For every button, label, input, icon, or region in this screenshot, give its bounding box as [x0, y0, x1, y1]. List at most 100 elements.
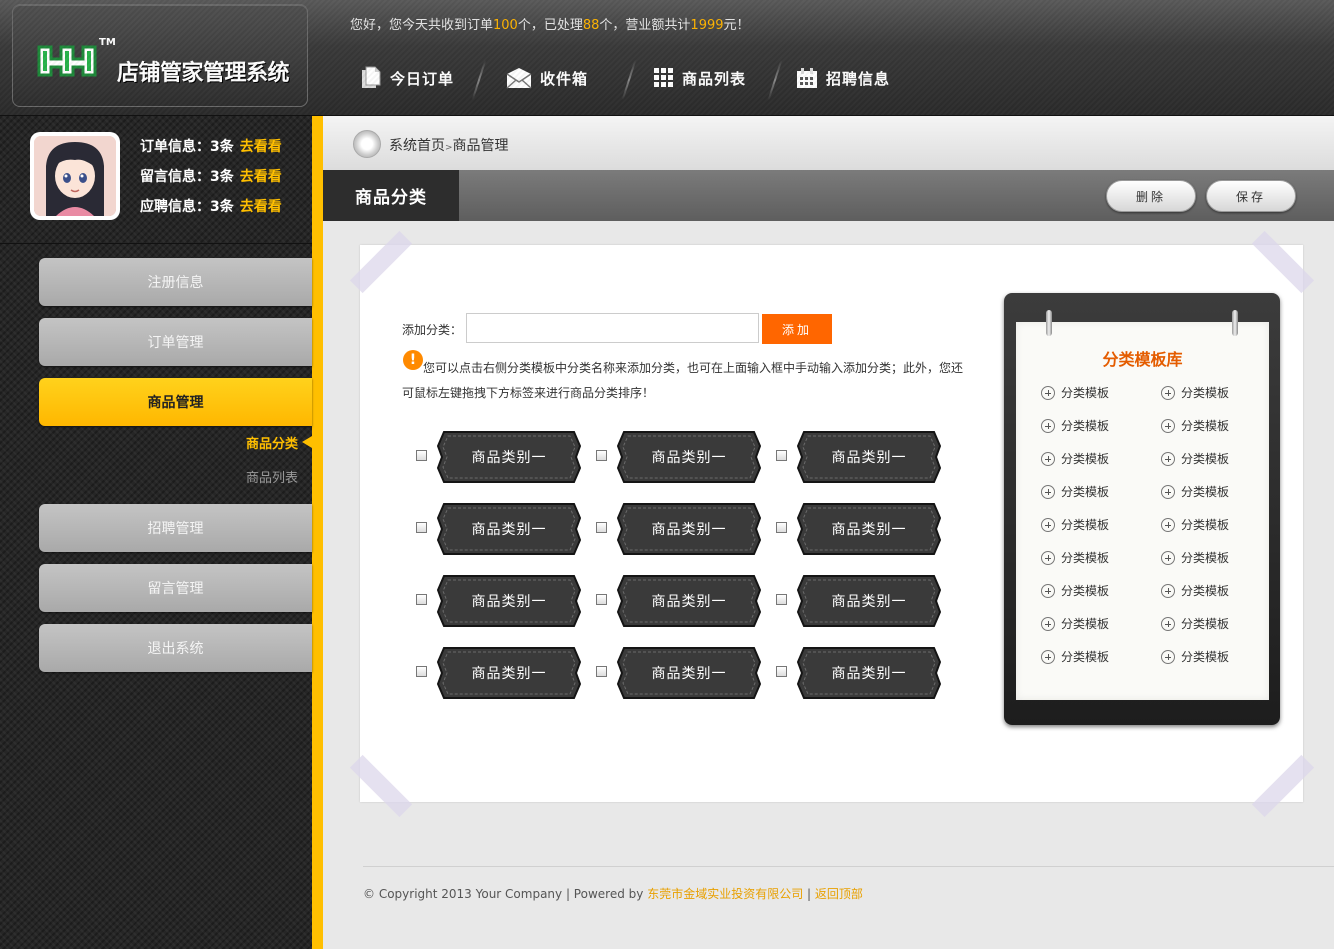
template-item-label: 分类模板 [1181, 617, 1230, 631]
category-tag[interactable]: 商品类别一 [436, 502, 582, 556]
template-item[interactable]: 分类模板 [1041, 483, 1109, 500]
warning-icon: ! [403, 350, 423, 370]
category-tag[interactable]: 商品类别一 [796, 574, 942, 628]
template-item[interactable]: 分类模板 [1161, 648, 1229, 665]
template-item-label: 分类模板 [1181, 485, 1230, 499]
category-tag[interactable]: 商品类别一 [436, 574, 582, 628]
sidebar-item-orders[interactable]: 订单管理 [39, 318, 312, 366]
template-item[interactable]: 分类模板 [1041, 450, 1109, 467]
plus-circle-icon [1161, 418, 1175, 433]
template-item[interactable]: 分类模板 [1041, 549, 1109, 566]
category-tag[interactable]: 商品类别一 [616, 574, 762, 628]
back-to-top-link[interactable]: 返回顶部 [815, 887, 863, 901]
order-info-link[interactable]: 去看看 [240, 139, 282, 155]
template-item[interactable]: 分类模板 [1161, 549, 1229, 566]
category-tag-label: 商品类别一 [651, 450, 727, 466]
tip-text: 您可以点击右侧分类模板中分类名称来添加分类，也可在上面输入框中手动输入添加分类；… [402, 361, 964, 400]
avatar-illustration-icon [34, 136, 116, 216]
category-checkbox[interactable] [596, 450, 607, 461]
nav-inbox[interactable]: 收件箱 [506, 58, 588, 98]
category-tag-label: 商品类别一 [471, 594, 547, 610]
corner-tape [1251, 230, 1315, 294]
top-header: TM 店铺管家管理系统 您好，您今天共收到订单100个，已处理88个，营业额共计… [0, 0, 1334, 116]
sidebar-item-registration[interactable]: 注册信息 [39, 258, 312, 306]
category-checkbox[interactable] [596, 594, 607, 605]
category-tag[interactable]: 商品类别一 [616, 430, 762, 484]
template-item[interactable]: 分类模板 [1161, 417, 1229, 434]
category-tag-label: 商品类别一 [651, 594, 727, 610]
category-checkbox[interactable] [596, 666, 607, 677]
category-checkbox[interactable] [416, 450, 427, 461]
category-tag[interactable]: 商品类别一 [436, 646, 582, 700]
sidebar-item-products[interactable]: 商品管理 [39, 378, 312, 426]
category-tag-label: 商品类别一 [651, 666, 727, 682]
template-item-label: 分类模板 [1061, 386, 1110, 400]
template-item[interactable]: 分类模板 [1041, 417, 1109, 434]
category-tag[interactable]: 商品类别一 [436, 430, 582, 484]
category-tag[interactable]: 商品类别一 [616, 646, 762, 700]
add-category-button[interactable]: 添加 [762, 314, 832, 344]
sidebar-subitem-product-list[interactable]: 商品列表 [246, 467, 298, 486]
application-info-link[interactable]: 去看看 [240, 199, 282, 215]
category-tag[interactable]: 商品类别一 [616, 502, 762, 556]
delete-button[interactable]: 删除 [1106, 180, 1196, 212]
template-item-label: 分类模板 [1181, 518, 1230, 532]
nav-recruitment[interactable]: 招聘信息 [796, 58, 890, 98]
save-button[interactable]: 保存 [1206, 180, 1296, 212]
category-tag-label: 商品类别一 [471, 666, 547, 682]
template-item-label: 分类模板 [1061, 452, 1110, 466]
nav-product-list[interactable]: 商品列表 [654, 58, 746, 98]
calendar-icon [797, 68, 817, 88]
category-checkbox[interactable] [416, 666, 427, 677]
nav-separator [471, 60, 487, 100]
template-item[interactable]: 分类模板 [1041, 582, 1109, 599]
template-item[interactable]: 分类模板 [1041, 384, 1109, 401]
active-subitem-arrow [302, 436, 312, 448]
logo[interactable]: TM 店铺管家管理系统 [12, 4, 308, 107]
footer-divider [363, 866, 1334, 867]
category-checkbox[interactable] [416, 522, 427, 533]
footer-company-link[interactable]: 东莞市金域实业投资有限公司 [647, 887, 803, 901]
category-tag-label: 商品类别一 [831, 594, 907, 610]
sidebar-item-recruitment[interactable]: 招聘管理 [39, 504, 312, 552]
template-item[interactable]: 分类模板 [1041, 648, 1109, 665]
sidebar-item-messages[interactable]: 留言管理 [39, 564, 312, 612]
plus-circle-icon [1161, 517, 1175, 532]
template-item-label: 分类模板 [1181, 386, 1230, 400]
breadcrumb-home[interactable]: 系统首页 [389, 138, 445, 154]
template-item-label: 分类模板 [1181, 584, 1230, 598]
template-item[interactable]: 分类模板 [1161, 384, 1229, 401]
message-info-link[interactable]: 去看看 [240, 169, 282, 185]
avatar[interactable] [30, 132, 120, 220]
template-item[interactable]: 分类模板 [1161, 483, 1229, 500]
category-checkbox[interactable] [416, 594, 427, 605]
plus-circle-icon [1041, 649, 1055, 664]
category-tag[interactable]: 商品类别一 [796, 430, 942, 484]
sidebar-subitem-categories[interactable]: 商品分类 [246, 433, 298, 452]
template-item-label: 分类模板 [1061, 485, 1110, 499]
category-checkbox[interactable] [596, 522, 607, 533]
category-checkbox[interactable] [776, 666, 787, 677]
application-info-line: 应聘信息：3条 去看看 [140, 199, 282, 215]
category-checkbox[interactable] [776, 450, 787, 461]
category-checkbox[interactable] [776, 594, 787, 605]
template-item[interactable]: 分类模板 [1161, 582, 1229, 599]
revenue-amount: 1999 [690, 18, 724, 33]
plus-circle-icon [1041, 418, 1055, 433]
binder-ring-icon [1232, 310, 1238, 336]
category-tag[interactable]: 商品类别一 [796, 502, 942, 556]
category-checkbox[interactable] [776, 522, 787, 533]
welcome-message: 您好，您今天共收到订单100个，已处理88个，营业额共计1999元！ [350, 18, 750, 33]
template-item[interactable]: 分类模板 [1161, 450, 1229, 467]
template-item[interactable]: 分类模板 [1161, 615, 1229, 632]
breadcrumb-current[interactable]: 商品管理 [453, 138, 509, 154]
corner-tape [1251, 754, 1315, 818]
category-tag[interactable]: 商品类别一 [796, 646, 942, 700]
nav-today-orders[interactable]: 今日订单 [360, 58, 454, 98]
plus-circle-icon [1161, 451, 1175, 466]
add-category-input[interactable] [466, 313, 759, 343]
template-item[interactable]: 分类模板 [1041, 516, 1109, 533]
template-item[interactable]: 分类模板 [1041, 615, 1109, 632]
sidebar-item-logout[interactable]: 退出系统 [39, 624, 312, 672]
template-item[interactable]: 分类模板 [1161, 516, 1229, 533]
